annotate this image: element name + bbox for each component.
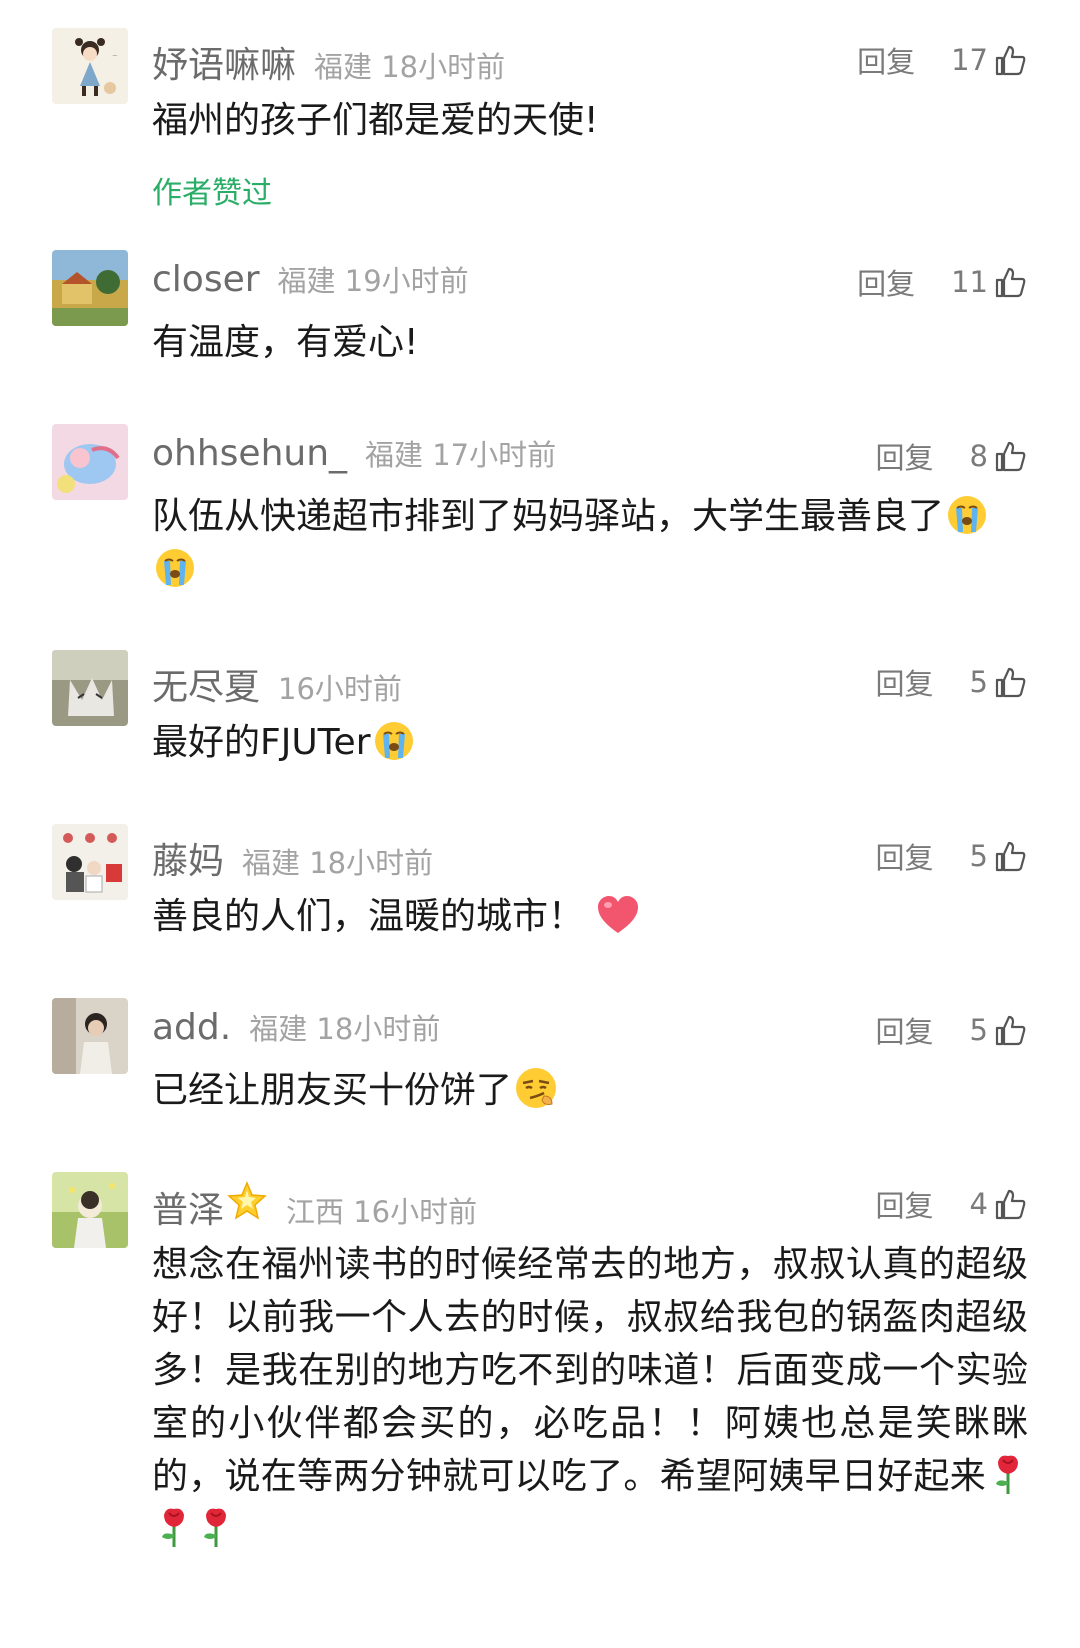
comment-text: 最好的FJUTer [152,716,1028,769]
reply-button[interactable]: 回复 [876,835,934,877]
smirk-face-emoji [514,1066,558,1110]
reply-button[interactable]: 回复 [876,661,934,703]
comment-text-content: 善良的人们，温暖的城市！ [152,896,585,937]
avatar[interactable] [52,1172,128,1248]
comment-meta: 江西 16小时前 [286,1195,478,1229]
like-count: 8 [969,439,988,473]
reply-button[interactable]: 回复 [876,1183,934,1225]
svg-text:~: ~ [112,52,118,60]
thumbs-up-icon[interactable] [994,439,1028,473]
avatar[interactable] [52,250,128,326]
avatar[interactable]: ~ [52,28,128,104]
like-count: 5 [969,1013,988,1047]
thumbs-up-icon[interactable] [994,265,1028,299]
like-count: 17 [951,43,988,77]
avatar[interactable] [52,424,128,500]
comment-text: 已经让朋友买十份饼了 [152,1064,1028,1117]
comment-meta: 福建 19小时前 [277,264,469,298]
reply-button[interactable]: 回复 [857,261,915,303]
like-count: 5 [969,839,988,873]
like-count: 5 [969,665,988,699]
avatar[interactable] [52,650,128,726]
avatar[interactable] [52,824,128,900]
author-liked-label: 作者赞过 [152,176,272,211]
user-nickname[interactable]: ohhsehun_ [152,433,347,474]
user-nickname[interactable]: add. [152,1007,231,1048]
reply-button[interactable]: 回复 [857,39,915,81]
rose-emoji [988,1452,1028,1496]
comment-text: 福州的孩子们都是爱的天使! [152,100,599,141]
comment-meta: 福建 17小时前 [365,438,557,472]
comment-text-content: 最好的FJUTer [152,722,371,763]
user-nickname[interactable]: 藤妈 [152,832,224,884]
comment-text: 想念在福州读书的时候经常去的地方，叔叔认真的超级好！以前我一个人去的时候，叔叔给… [152,1238,1028,1556]
comment-text-content: 已经让朋友买十份饼了 [152,1070,513,1111]
thumbs-up-icon[interactable] [994,43,1028,77]
thumbs-up-icon[interactable] [994,839,1028,873]
user-nickname[interactable]: 妤语嘛嘛 [152,36,296,88]
reply-button[interactable]: 回复 [876,435,934,477]
like-count: 4 [969,1187,988,1221]
avatar[interactable] [52,998,128,1074]
comment-meta: 福建 18小时前 [314,50,506,84]
crying-face-emoji [946,494,988,536]
heart-emoji [596,894,640,936]
comment-text: 队伍从快递超市排到了妈妈驿站，大学生最善良了 [152,490,1028,596]
like-count: 11 [951,265,988,299]
comment-text-content: 想念在福州读书的时候经常去的地方，叔叔认真的超级好！以前我一个人去的时候，叔叔给… [152,1244,1028,1497]
thumbs-up-icon[interactable] [994,665,1028,699]
crying-face-emoji [154,547,196,589]
user-nickname[interactable]: 无尽夏 [152,658,260,710]
comment-text-content: 队伍从快递超市排到了妈妈驿站，大学生最善良了 [152,496,945,537]
comment-meta: 福建 18小时前 [242,846,434,880]
comment-meta: 16小时前 [278,672,402,706]
user-nickname[interactable]: closer [152,259,260,300]
reply-button[interactable]: 回复 [876,1009,934,1051]
comment-text: 有温度，有爱心! [152,322,419,363]
comment-text: 善良的人们，温暖的城市！ [152,890,1028,943]
comment-meta: 福建 18小时前 [249,1012,441,1046]
star-emoji [226,1180,268,1222]
rose-emoji [154,1505,194,1549]
thumbs-up-icon[interactable] [994,1187,1028,1221]
crying-face-emoji [373,720,415,762]
thumbs-up-icon[interactable] [994,1013,1028,1047]
rose-emoji [196,1505,236,1549]
user-nickname[interactable]: 普泽 [152,1181,224,1233]
